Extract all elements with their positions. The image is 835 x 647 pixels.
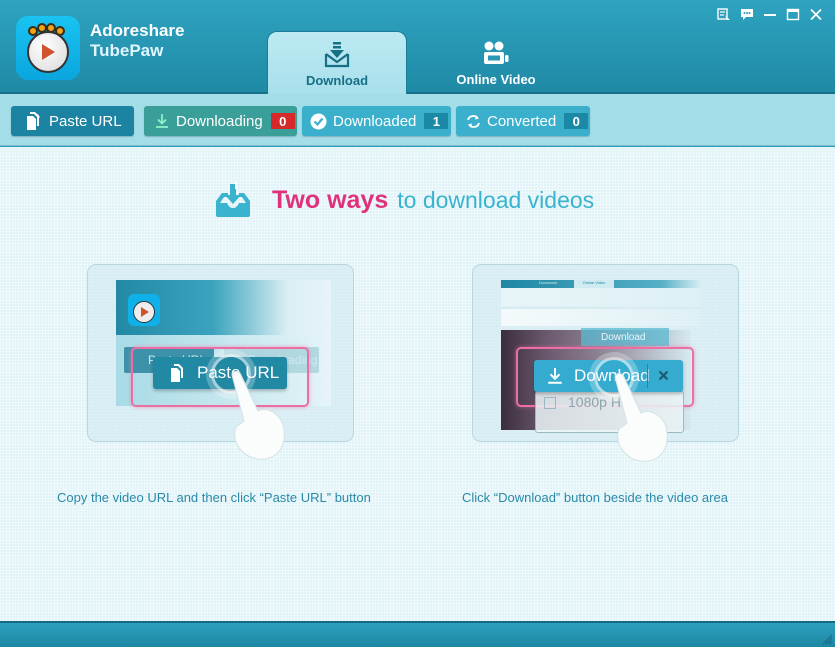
download-button-illustration-card: Download Online Video Download 1080p HD … [472,264,739,462]
paste-url-button[interactable]: Paste URL [11,106,134,136]
download-arrow-icon [548,368,562,384]
download-tray-icon [323,41,351,69]
paste-url-illustration-card: Paste URL Downloading Paste URL [87,264,354,460]
tab-online-video-label: Online Video [456,72,536,87]
mini-logo-icon [128,294,160,326]
feedback-icon[interactable] [735,5,758,23]
converted-count-badge: 0 [564,113,589,129]
maximize-icon[interactable] [781,5,804,23]
tubepaw-logo-icon [16,16,80,80]
tab-download-label: Download [305,73,369,88]
paste-document-icon [23,111,43,131]
pointing-hand-icon [614,372,668,462]
minimize-icon[interactable] [758,5,781,23]
downloaded-label: Downloaded [333,112,417,130]
converted-label: Converted [487,112,557,130]
toolbar: Paste URL Downloading 0 Downloaded 1 Con… [0,94,835,146]
headline-emphasis: Two ways [272,185,389,214]
downloaded-button[interactable]: Downloaded 1 [302,106,451,136]
close-icon[interactable] [804,5,827,23]
app-name-line2: TubePaw [90,41,164,60]
title-bar: Adoreshare TubePaw Download Online Video [0,0,835,96]
downloading-button[interactable]: Downloading 0 [144,106,297,136]
headline-rest: to download videos [397,186,595,213]
app-name-line1: Adoreshare [90,21,185,40]
check-circle-icon [310,113,327,130]
paste-url-caption: Copy the video URL and then click “Paste… [57,490,371,505]
mini-download-ghost: Download [581,328,669,346]
mini-app-header [116,280,331,335]
window-controls [712,5,827,23]
app-title: Adoreshare TubePaw [90,21,184,61]
download-button-caption: Click “Download” button beside the video… [462,490,728,505]
download-arrow-icon [154,113,170,129]
mini-tab-bar: Download Online Video [501,280,701,288]
tab-download[interactable]: Download [267,31,407,96]
resize-grip-icon[interactable] [821,633,833,645]
paste-document-icon [171,364,183,382]
downloading-label: Downloading [176,112,263,130]
downloaded-count-badge: 1 [424,113,449,129]
pointing-hand-icon [231,370,285,460]
main-content: Two ways to download videos Paste URL Do… [0,147,835,621]
tab-online-video[interactable]: Online Video [426,31,566,94]
video-camera-icon [481,40,511,68]
register-icon[interactable] [712,5,735,23]
download-inbox-icon [216,182,250,217]
downloading-count-badge: 0 [270,113,295,129]
status-bar [0,621,835,647]
paste-url-label: Paste URL [49,112,122,130]
headline: Two ways to download videos [214,180,594,220]
convert-arrows-icon [466,114,481,129]
converted-button[interactable]: Converted 0 [456,106,590,136]
